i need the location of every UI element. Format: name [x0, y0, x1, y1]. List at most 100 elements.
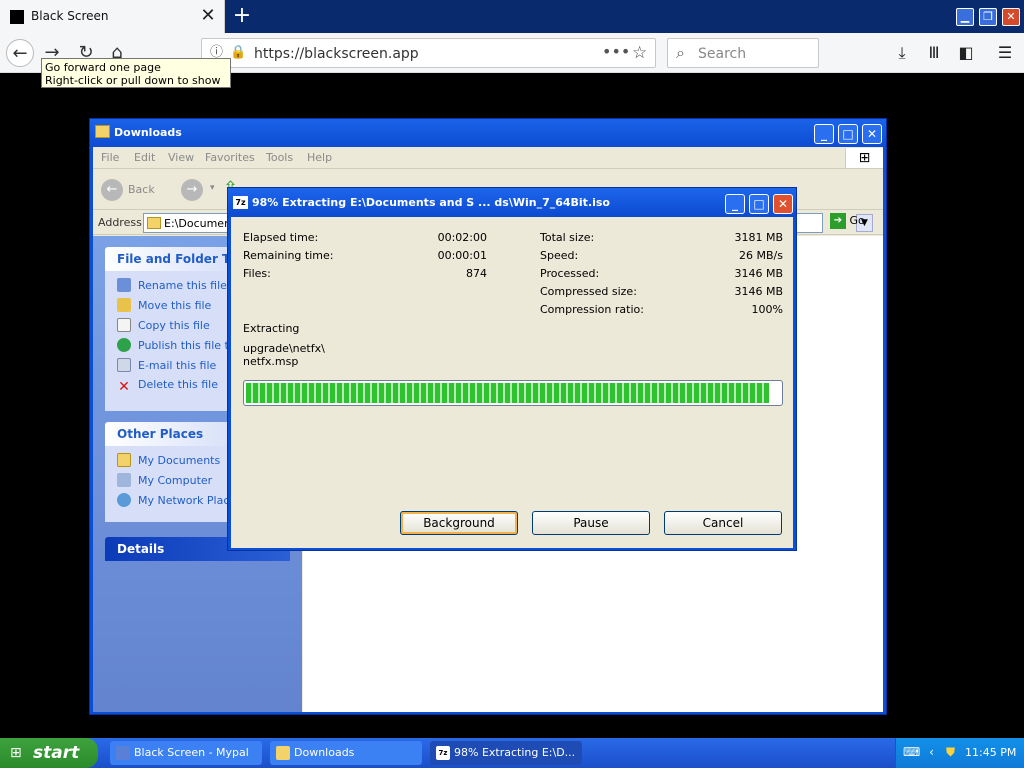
close-icon[interactable]: ✕ [862, 124, 882, 144]
copy-file-link[interactable]: Copy this file [117, 318, 210, 332]
browser-app-icon [116, 746, 130, 760]
folder-icon [276, 746, 290, 760]
compression-ratio-label: Compression ratio: [540, 303, 644, 316]
maximize-icon[interactable]: □ [838, 124, 858, 144]
maximize-icon[interactable]: □ [749, 194, 769, 214]
move-file-link[interactable]: Move this file [117, 298, 211, 312]
close-tab-icon[interactable]: ✕ [199, 5, 217, 27]
computer-icon [117, 473, 131, 487]
remaining-label: Remaining time: [243, 249, 334, 262]
windows-flag-icon: ⊞ [10, 745, 22, 761]
lock-icon[interactable]: 🔒 [230, 45, 246, 61]
library-icon[interactable]: Ⅲ [922, 41, 946, 65]
menu-tools[interactable]: Tools [266, 151, 293, 164]
page-actions-icon[interactable]: ••• [602, 42, 630, 61]
files-value: 874 [466, 267, 487, 280]
download-icon[interactable]: ⤓ [890, 41, 914, 65]
dialog-body: Elapsed time: 00:02:00 Remaining time: 0… [231, 217, 793, 548]
current-path-line-2: netfx.msp [243, 355, 299, 368]
forward-dropdown-icon[interactable]: ▾ [210, 183, 215, 193]
files-label: Files: [243, 267, 271, 280]
new-tab-button[interactable]: + [230, 3, 254, 29]
back-arrow-icon[interactable]: ← [101, 179, 123, 201]
dialog-title-bar[interactable]: 7z 98% Extracting E:\Documents and S ...… [228, 188, 796, 217]
menu-file[interactable]: File [101, 151, 119, 164]
pause-button[interactable]: Pause [532, 511, 650, 535]
delete-icon: ✕ [118, 379, 130, 395]
go-arrow-icon: ➔ [830, 213, 846, 229]
back-label[interactable]: Back [128, 183, 155, 196]
windows-flag-icon: ⊞ [845, 148, 883, 168]
compressed-size-label: Compressed size: [540, 285, 637, 298]
browser-tab[interactable]: Black Screen ✕ [0, 0, 225, 33]
delete-file-link[interactable]: ✕ Delete this file [117, 378, 218, 394]
folder-icon [117, 453, 131, 467]
extract-progress-dialog: 7z 98% Extracting E:\Documents and S ...… [227, 187, 797, 551]
folder-icon [147, 217, 161, 229]
elapsed-value: 00:02:00 [437, 231, 487, 244]
move-icon [117, 298, 131, 312]
restore-icon[interactable]: ❐ [979, 8, 997, 26]
url-bar[interactable]: ⓘ 🔒 https://blackscreen.app ••• ☆ [201, 38, 656, 68]
status-text: Extracting [243, 322, 300, 335]
cancel-button[interactable]: Cancel [664, 511, 782, 535]
forward-tooltip: Go forward one page Right-click or pull … [41, 58, 231, 100]
menu-view[interactable]: View [168, 151, 194, 164]
rename-icon [117, 278, 131, 292]
taskbar-item-browser[interactable]: Black Screen - Mypal [110, 741, 262, 765]
menu-bar: File Edit View Favorites Tools Help ⊞ [93, 147, 883, 169]
clock: 11:45 PM [965, 746, 1017, 759]
total-size-label: Total size: [540, 231, 595, 244]
tooltip-line-1: Go forward one page [45, 61, 161, 74]
start-button[interactable]: ⊞ start [0, 738, 98, 768]
keyboard-icon[interactable]: ⌨ [903, 745, 920, 760]
back-button[interactable]: ← [6, 39, 34, 67]
url-text[interactable]: https://blackscreen.app [254, 46, 419, 62]
minimize-icon[interactable]: ▁ [956, 8, 974, 26]
processed-label: Processed: [540, 267, 600, 280]
chevron-left-icon[interactable]: ‹ [924, 745, 939, 760]
shield-icon[interactable]: ⛊ [943, 745, 958, 760]
sidebar-icon[interactable]: ◧ [954, 41, 978, 65]
close-icon[interactable]: ✕ [773, 194, 793, 214]
7zip-icon: 7z [233, 196, 248, 209]
menu-icon[interactable]: ☰ [993, 41, 1017, 65]
search-icon: ⌕ [676, 43, 685, 62]
tab-title: Black Screen [31, 9, 109, 23]
search-placeholder: Search [698, 46, 747, 62]
my-computer-link[interactable]: My Computer [117, 473, 212, 487]
my-documents-link[interactable]: My Documents [117, 453, 220, 467]
forward-arrow-icon[interactable]: → [181, 179, 203, 201]
network-icon [117, 493, 131, 507]
processed-value: 3146 MB [734, 267, 783, 280]
start-label: start [33, 743, 80, 763]
close-window-icon[interactable]: ✕ [1002, 8, 1020, 26]
address-value: E:\Document [164, 217, 236, 230]
menu-edit[interactable]: Edit [134, 151, 155, 164]
my-network-places-link[interactable]: My Network Place [117, 493, 236, 507]
background-button[interactable]: Background [400, 511, 518, 535]
compressed-size-value: 3146 MB [734, 285, 783, 298]
extract-progress-bar [243, 380, 783, 406]
bookmark-star-icon[interactable]: ☆ [632, 43, 647, 63]
menu-favorites[interactable]: Favorites [205, 151, 255, 164]
speed-label: Speed: [540, 249, 579, 262]
menu-help[interactable]: Help [307, 151, 332, 164]
copy-icon [117, 318, 131, 332]
publish-file-link[interactable]: Publish this file to [117, 338, 236, 352]
minimize-icon[interactable]: _ [725, 194, 745, 214]
rename-file-link[interactable]: Rename this file [117, 278, 227, 292]
remaining-value: 00:00:01 [437, 249, 487, 262]
go-button[interactable]: ➔ Go [830, 213, 880, 233]
explorer-title-bar[interactable]: Downloads _ □ ✕ [90, 119, 886, 147]
browser-tab-bar: Black Screen ✕ + ▁ ❐ ✕ [0, 0, 1024, 33]
taskbar-item-downloads[interactable]: Downloads [270, 741, 422, 765]
search-input[interactable]: ⌕ Search [667, 38, 819, 68]
email-file-link[interactable]: E-mail this file [117, 358, 216, 372]
go-label: Go [849, 214, 865, 227]
minimize-icon[interactable]: _ [814, 124, 834, 144]
explorer-title: Downloads [114, 126, 182, 139]
speed-value: 26 MB/s [739, 249, 783, 262]
taskbar-item-7zip[interactable]: 7z 98% Extracting E:\D... [430, 741, 582, 765]
progress-fill [246, 383, 770, 403]
